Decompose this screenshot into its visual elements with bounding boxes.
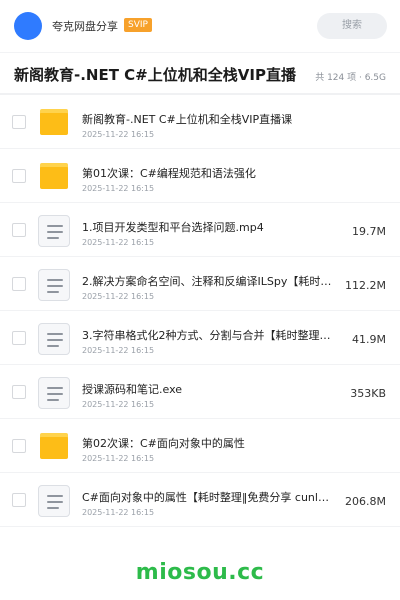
item-name: 第01次课：C#编程规范和语法强化 bbox=[82, 167, 256, 180]
folder-icon bbox=[38, 431, 70, 461]
item-date: 2025-11-22 16:15 bbox=[82, 292, 155, 301]
row-checkbox[interactable] bbox=[12, 439, 26, 453]
folder-meta: 共 124 项 · 6.5G bbox=[315, 73, 386, 83]
item-date: 2025-11-22 16:15 bbox=[82, 130, 155, 139]
folder-row[interactable]: 第02次课：C#面向对象中的属性 2025-11-22 16:15 bbox=[0, 419, 400, 473]
page-title: 新阁教育-.NET C#上位机和全栈VIP直播 bbox=[14, 66, 296, 84]
item-date: 2025-11-22 16:15 bbox=[82, 454, 155, 463]
item-date: 2025-11-22 16:15 bbox=[82, 400, 155, 409]
item-size: 206.8M bbox=[345, 495, 386, 508]
item-size: 112.2M bbox=[345, 279, 386, 292]
search-button[interactable]: 搜索 bbox=[317, 13, 387, 39]
file-row[interactable]: 3.字符串格式化2种方式、分割与合并【耗时整理‖免… 2025-11-22 16:… bbox=[0, 311, 400, 365]
top-bar: 夸克网盘分享 SVIP 搜索 bbox=[0, 0, 400, 52]
document-icon bbox=[38, 323, 70, 355]
row-checkbox[interactable] bbox=[12, 385, 26, 399]
item-size: 19.7M bbox=[352, 225, 386, 238]
item-size: 41.9M bbox=[352, 333, 386, 346]
folder-row[interactable]: 第01次课：C#编程规范和语法强化 2025-11-22 16:15 bbox=[0, 149, 400, 203]
item-date: 2025-11-22 16:15 bbox=[82, 238, 155, 247]
watermark: miosou.cc bbox=[135, 560, 265, 585]
document-icon bbox=[38, 215, 70, 247]
avatar[interactable] bbox=[14, 12, 42, 40]
row-checkbox[interactable] bbox=[12, 115, 26, 129]
row-checkbox[interactable] bbox=[12, 493, 26, 507]
document-icon bbox=[38, 269, 70, 301]
item-size: 353KB bbox=[350, 387, 386, 400]
footer: miosou.cc bbox=[0, 560, 400, 585]
svip-badge: SVIP bbox=[124, 18, 152, 32]
row-checkbox[interactable] bbox=[12, 223, 26, 237]
file-row[interactable]: 2.解决方案命名空间、注释和反编译ILSpy【耗时… 2025-11-22 16:… bbox=[0, 257, 400, 311]
item-date: 2025-11-22 16:15 bbox=[82, 508, 155, 517]
row-checkbox[interactable] bbox=[12, 331, 26, 345]
folder-icon bbox=[38, 107, 70, 137]
file-list: 新阁教育-.NET C#上位机和全栈VIP直播课 2025-11-22 16:15… bbox=[0, 95, 400, 527]
document-icon bbox=[38, 377, 70, 409]
document-icon bbox=[38, 485, 70, 517]
row-checkbox[interactable] bbox=[12, 277, 26, 291]
item-date: 2025-11-22 16:15 bbox=[82, 346, 155, 355]
folder-icon bbox=[38, 161, 70, 191]
file-row[interactable]: 1.项目开发类型和平台选择问题.mp4 2025-11-22 16:15 19.7M bbox=[0, 203, 400, 257]
item-name: 新阁教育-.NET C#上位机和全栈VIP直播课 bbox=[82, 113, 293, 126]
user-name[interactable]: 夸克网盘分享 bbox=[52, 18, 118, 34]
row-checkbox[interactable] bbox=[12, 169, 26, 183]
header-divider bbox=[0, 52, 400, 53]
item-name: 1.项目开发类型和平台选择问题.mp4 bbox=[82, 221, 264, 234]
item-date: 2025-11-22 16:15 bbox=[82, 184, 155, 193]
item-name: 授课源码和笔记.exe bbox=[82, 383, 183, 396]
folder-row[interactable]: 新阁教育-.NET C#上位机和全栈VIP直播课 2025-11-22 16:15 bbox=[0, 95, 400, 149]
item-name: 2.解决方案命名空间、注释和反编译ILSpy【耗时… bbox=[82, 275, 332, 288]
item-name: 3.字符串格式化2种方式、分割与合并【耗时整理‖免… bbox=[82, 329, 332, 342]
item-name: C#面向对象中的属性【耗时整理‖免费分享 cunl… bbox=[82, 491, 329, 504]
file-row[interactable]: 授课源码和笔记.exe 2025-11-22 16:15 353KB bbox=[0, 365, 400, 419]
item-name: 第02次课：C#面向对象中的属性 bbox=[82, 437, 245, 450]
file-row[interactable]: C#面向对象中的属性【耗时整理‖免费分享 cunl… 2025-11-22 16:… bbox=[0, 473, 400, 527]
